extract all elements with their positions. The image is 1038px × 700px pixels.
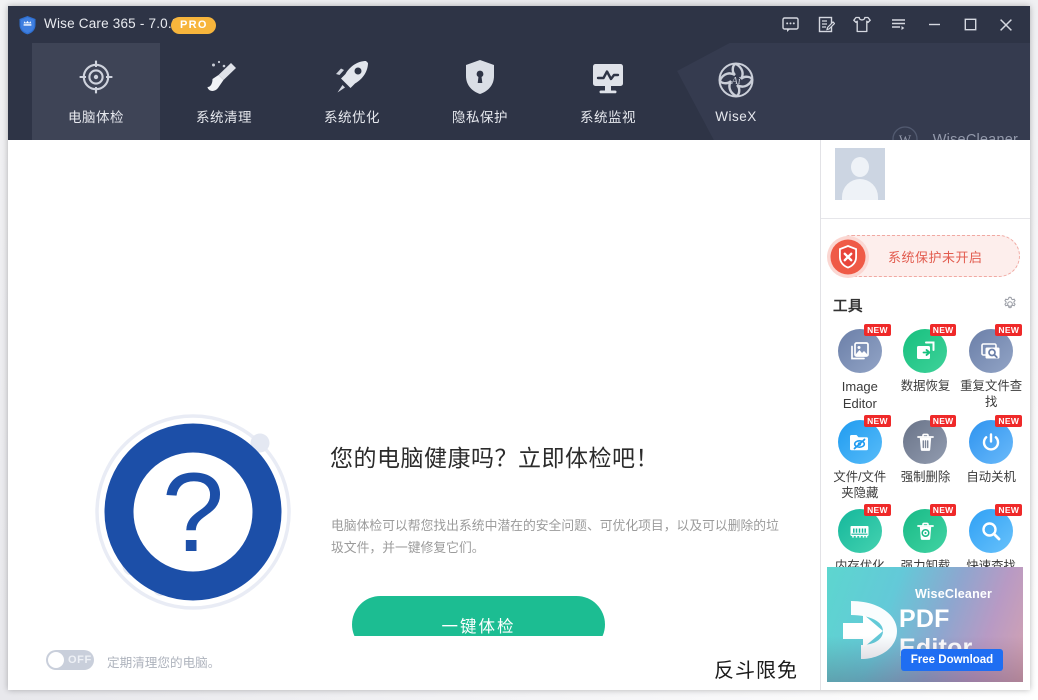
account-section xyxy=(821,140,1030,219)
tool-icon-wrap: NEW xyxy=(969,415,1023,464)
main-window: Wise Care 365 - 7.0.2 PRO 电脑体检 系统清理 系统优化… xyxy=(8,6,1030,690)
protection-status-label: 系统保护未开启 xyxy=(888,249,983,265)
brand-label: WiseCleaner xyxy=(932,132,1018,140)
right-sidebar: 系统保护未开启 工具 NEW Image Editor NEW 数据恢复 NEW… xyxy=(820,140,1030,690)
protection-status-banner[interactable]: 系统保护未开启 xyxy=(827,235,1020,278)
new-badge: NEW xyxy=(995,415,1023,427)
tool-label: 重复文件查找 xyxy=(960,379,1023,409)
new-badge: NEW xyxy=(864,415,891,427)
tool-hide-folder[interactable]: NEW 文件/文件夹隐藏 xyxy=(827,414,893,501)
maximize-icon[interactable] xyxy=(952,6,988,43)
svg-text:W: W xyxy=(899,132,912,140)
tool-label: 文件/文件夹隐藏 xyxy=(833,470,887,500)
new-badge: NEW xyxy=(864,504,891,516)
tool-icon-wrap: NEW xyxy=(837,415,891,464)
tool-icon-wrap: NEW xyxy=(837,504,891,553)
avatar-head xyxy=(851,157,869,177)
pdf-editor-promo-banner[interactable]: WiseCleaner PDF Editor Free Download xyxy=(827,567,1023,682)
tab-label: 系统监视 xyxy=(580,110,636,125)
avatar-body xyxy=(842,179,878,200)
ai-swirl-icon: Ai xyxy=(716,60,756,100)
tab-label: WiseX xyxy=(715,108,757,124)
main-content: ? 您的电脑健康吗？立即体检吧！ 电脑体检可以帮您找出系统中潜在的安全问题、可优… xyxy=(8,140,820,690)
tab-system-optimize[interactable]: 系统优化 xyxy=(288,43,416,140)
auto-clean-toggle[interactable]: OFF xyxy=(46,650,94,670)
broom-icon xyxy=(203,57,245,97)
menu-icon[interactable] xyxy=(880,6,916,43)
nav-tabs: 电脑体检 系统清理 系统优化 隐私保护 系统监视 Ai WiseX xyxy=(32,43,800,140)
toggle-knob xyxy=(48,652,64,668)
gear-icon[interactable] xyxy=(1002,296,1018,317)
tool-icon-wrap: NEW xyxy=(969,504,1023,553)
auto-clean-description: 定期清理您的电脑。 xyxy=(107,656,221,670)
checklist-icon[interactable] xyxy=(808,6,844,43)
tab-system-monitor[interactable]: 系统监视 xyxy=(544,43,672,140)
tool-label: 数据恢复 xyxy=(900,379,951,393)
tool-duplicate-finder[interactable]: NEW 重复文件查找 xyxy=(958,323,1024,412)
tools-grid: NEW Image Editor NEW 数据恢复 NEW 重复文件查找 NEW… xyxy=(827,323,1024,574)
wisecleaner-brand: W WiseCleaner xyxy=(889,124,1018,140)
tab-pc-checkup[interactable]: 电脑体检 xyxy=(32,43,160,140)
question-mark-ring-graphic: ? xyxy=(93,405,303,625)
rocket-icon xyxy=(332,57,372,97)
minimize-icon[interactable] xyxy=(916,6,952,43)
target-icon xyxy=(76,57,116,97)
tab-label: 系统清理 xyxy=(196,110,252,125)
avatar[interactable] xyxy=(835,148,885,200)
tab-privacy-protect[interactable]: 隐私保护 xyxy=(416,43,544,140)
tool-icon-wrap: NEW xyxy=(969,324,1023,373)
tab-label: 电脑体检 xyxy=(68,110,124,125)
page-description: 电脑体检可以帮您找出系统中潜在的安全问题、可优化项目，以及可以删除的垃圾文件，并… xyxy=(331,518,779,555)
new-badge: NEW xyxy=(929,504,957,516)
toggle-state-label: OFF xyxy=(68,654,92,666)
tool-label: 强制删除 xyxy=(900,470,951,484)
tool-auto-shutdown[interactable]: NEW 自动关机 xyxy=(958,414,1024,501)
tool-force-delete[interactable]: NEW 强制删除 xyxy=(893,414,959,501)
pro-badge: PRO xyxy=(171,17,216,34)
free-download-button[interactable]: Free Download xyxy=(901,649,1003,671)
tab-wisex[interactable]: Ai WiseX xyxy=(672,43,800,140)
tab-system-clean[interactable]: 系统清理 xyxy=(160,43,288,140)
app-title: Wise Care 365 - 7.0.2 xyxy=(44,16,180,31)
app-logo-shield-icon xyxy=(18,15,37,35)
new-badge: NEW xyxy=(929,415,957,427)
tool-image-editor[interactable]: NEW Image Editor xyxy=(827,323,893,412)
tool-label: 自动关机 xyxy=(966,470,1016,484)
tools-title: 工具 xyxy=(833,299,863,315)
tools-header: 工具 xyxy=(833,295,1020,317)
tool-label: Image Editor xyxy=(841,379,878,411)
tool-icon-wrap: NEW xyxy=(903,415,957,464)
title-bar: Wise Care 365 - 7.0.2 PRO xyxy=(8,6,1030,43)
feedback-icon[interactable] xyxy=(772,6,808,43)
monitor-icon xyxy=(588,57,628,97)
pdf-arrow-logo-icon xyxy=(831,593,909,670)
tool-icon-wrap: NEW xyxy=(837,324,891,373)
tab-label: 隐私保护 xyxy=(452,110,508,125)
tab-label: 系统优化 xyxy=(324,110,380,125)
new-badge: NEW xyxy=(929,324,957,336)
tool-icon-wrap: NEW xyxy=(903,324,957,373)
new-badge: NEW xyxy=(864,324,891,336)
titlebar-controls xyxy=(772,6,1024,43)
new-badge: NEW xyxy=(995,504,1023,516)
shield-alert-icon xyxy=(824,233,872,281)
tool-data-recovery[interactable]: NEW 数据恢复 xyxy=(893,323,959,412)
tool-force-uninstall[interactable]: NEW 强力卸载 xyxy=(893,503,959,574)
watermark-text: 反斗限免 xyxy=(714,660,798,682)
wisecleaner-logo-icon: W xyxy=(892,126,918,140)
svg-text:Ai: Ai xyxy=(730,76,740,87)
nav-bar: 电脑体检 系统清理 系统优化 隐私保护 系统监视 Ai WiseX W Wise… xyxy=(8,43,1030,140)
page-title: 您的电脑健康吗？立即体检吧！ xyxy=(330,445,659,471)
tool-memory-optimize[interactable]: NEW 内存优化 xyxy=(827,503,893,574)
skin-icon[interactable] xyxy=(844,6,880,43)
svg-text:?: ? xyxy=(162,450,224,575)
new-badge: NEW xyxy=(995,324,1023,336)
app-root: Wise Care 365 - 7.0.2 PRO 电脑体检 系统清理 系统优化… xyxy=(0,0,1038,700)
tool-quick-search[interactable]: NEW 快速查找 xyxy=(958,503,1024,574)
shield-keyhole-icon xyxy=(463,57,497,97)
tool-icon-wrap: NEW xyxy=(903,504,957,553)
close-icon[interactable] xyxy=(988,6,1024,43)
bottom-bar: OFF 定期清理您的电脑。 xyxy=(8,636,820,690)
banner-brand: WiseCleaner xyxy=(915,587,993,601)
